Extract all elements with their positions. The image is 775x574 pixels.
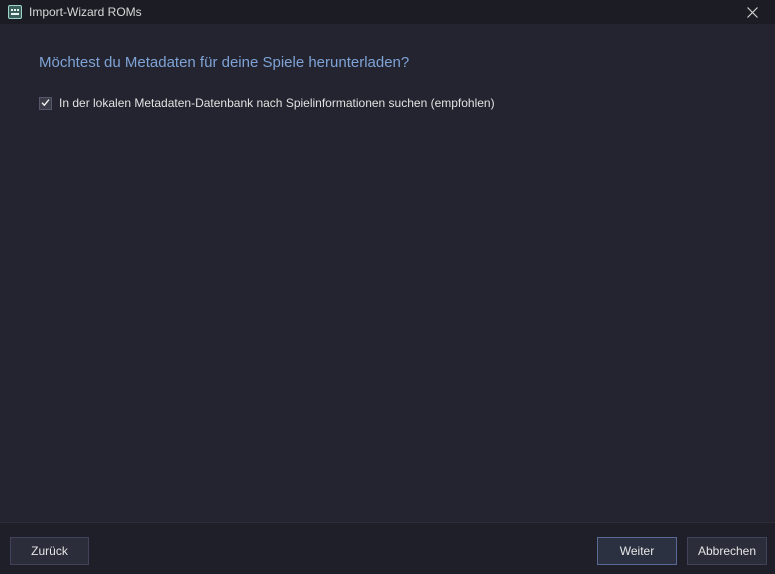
metadata-search-option[interactable]: In der lokalen Metadaten-Datenbank nach … [39, 96, 495, 110]
metadata-search-checkbox[interactable] [39, 94, 52, 112]
metadata-search-label: In der lokalen Metadaten-Datenbank nach … [59, 96, 495, 110]
close-button[interactable] [729, 0, 775, 24]
close-icon [746, 6, 758, 18]
wizard-page: Möchtest du Metadaten für deine Spiele h… [0, 24, 775, 522]
rom-cartridge-icon [8, 5, 22, 19]
import-wizard-window: Import-Wizard ROMs Möchtest du Metadaten… [0, 0, 775, 574]
button-bar: Zurück Weiter Abbrechen [0, 522, 775, 574]
page-heading: Möchtest du Metadaten für deine Spiele h… [39, 54, 410, 71]
next-button[interactable]: Weiter [597, 537, 677, 565]
window-title: Import-Wizard ROMs [29, 5, 142, 19]
cancel-button[interactable]: Abbrechen [687, 537, 767, 565]
back-button[interactable]: Zurück [10, 537, 89, 565]
title-bar[interactable]: Import-Wizard ROMs [0, 0, 775, 24]
checkmark-icon [41, 94, 50, 112]
